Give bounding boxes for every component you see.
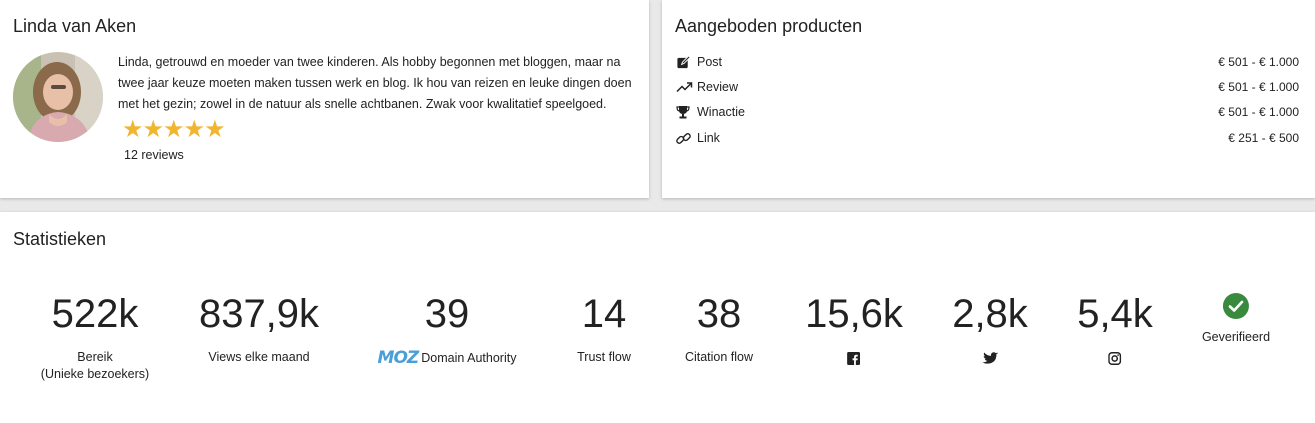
verified-status: Geverifieerd (1202, 293, 1270, 344)
stat-facebook: 15,6k (805, 292, 903, 366)
product-price: € 501 - € 1.000 (1218, 105, 1299, 119)
stat-citation-flow: 38 Citation flow (685, 292, 753, 366)
stat-label: Bereik (Unieke bezoekers) (41, 349, 149, 383)
products-card: Aangeboden producten Post € 501 - € 1.00… (662, 0, 1315, 198)
reviews-count[interactable]: 12 reviews (124, 148, 184, 162)
verified-check-icon (1202, 293, 1270, 319)
moz-domain-authority: MOZ Domain Authority (378, 348, 517, 368)
stat-label: Views elke maand (208, 350, 310, 364)
stat-value: 837,9k (198, 292, 320, 336)
product-name: Post (697, 55, 723, 69)
stat-label-line: (Unieke bezoekers) (40, 367, 150, 381)
stats-title: Statistieken (13, 229, 107, 249)
product-name: Review (697, 80, 738, 94)
product-price: € 501 - € 1.000 (1218, 55, 1299, 69)
link-icon (676, 130, 694, 146)
products-title: Aangeboden producten (675, 16, 863, 36)
stat-label: Trust flow (577, 350, 631, 364)
product-row-post: Post € 501 - € 1.000 (676, 52, 1299, 72)
rating-stars: ★★★★★ (122, 116, 226, 143)
product-price: € 251 - € 500 (1228, 131, 1299, 145)
avatar (13, 52, 103, 142)
instagram-icon[interactable] (1077, 352, 1153, 366)
profile-bio: Linda, getrouwd en moeder van twee kinde… (118, 55, 632, 111)
stat-label: Citation flow (684, 350, 754, 364)
product-price: € 501 - € 1.000 (1218, 80, 1299, 94)
stat-domain-authority: 39 MOZ Domain Authority (378, 292, 517, 368)
moz-logo: MOZ (377, 348, 420, 368)
stat-monthly-views: 837,9k Views elke maand (199, 292, 319, 366)
product-row-review: Review € 501 - € 1.000 (676, 77, 1299, 97)
stat-reach: 522k Bereik (Unieke bezoekers) (41, 292, 149, 383)
stat-label-line: Bereik (77, 350, 113, 364)
profile-name: Linda van Aken (13, 16, 137, 36)
verified-label: Geverifieerd (1201, 330, 1271, 344)
product-row-link: Link € 251 - € 500 (676, 128, 1299, 148)
stats-card: Statistieken 522k Bereik (Unieke bezoeke… (0, 212, 1315, 423)
stat-value: 39 (424, 292, 470, 336)
stat-trust-flow: 14 Trust flow (577, 292, 631, 366)
product-row-winactie: Winactie € 501 - € 1.000 (676, 102, 1299, 122)
stat-instagram: 5,4k (1077, 292, 1153, 366)
stat-value: 5,4k (1077, 292, 1153, 336)
stat-value: 14 (581, 292, 627, 336)
facebook-icon[interactable] (805, 352, 903, 366)
stat-twitter: 2,8k (952, 292, 1028, 366)
edit-icon (676, 54, 694, 70)
stat-value: 522k (51, 292, 139, 336)
twitter-icon[interactable] (952, 352, 1028, 366)
profile-card: Linda van Aken Linda, getrouwd en moeder… (0, 0, 649, 198)
stat-value: 38 (696, 292, 742, 336)
product-name: Link (697, 131, 720, 145)
trophy-icon (676, 104, 694, 120)
trending-up-icon (676, 79, 694, 95)
stat-value: 15,6k (805, 292, 903, 336)
stat-value: 2,8k (952, 292, 1028, 336)
product-name: Winactie (697, 105, 745, 119)
stat-label: Domain Authority (421, 351, 517, 365)
